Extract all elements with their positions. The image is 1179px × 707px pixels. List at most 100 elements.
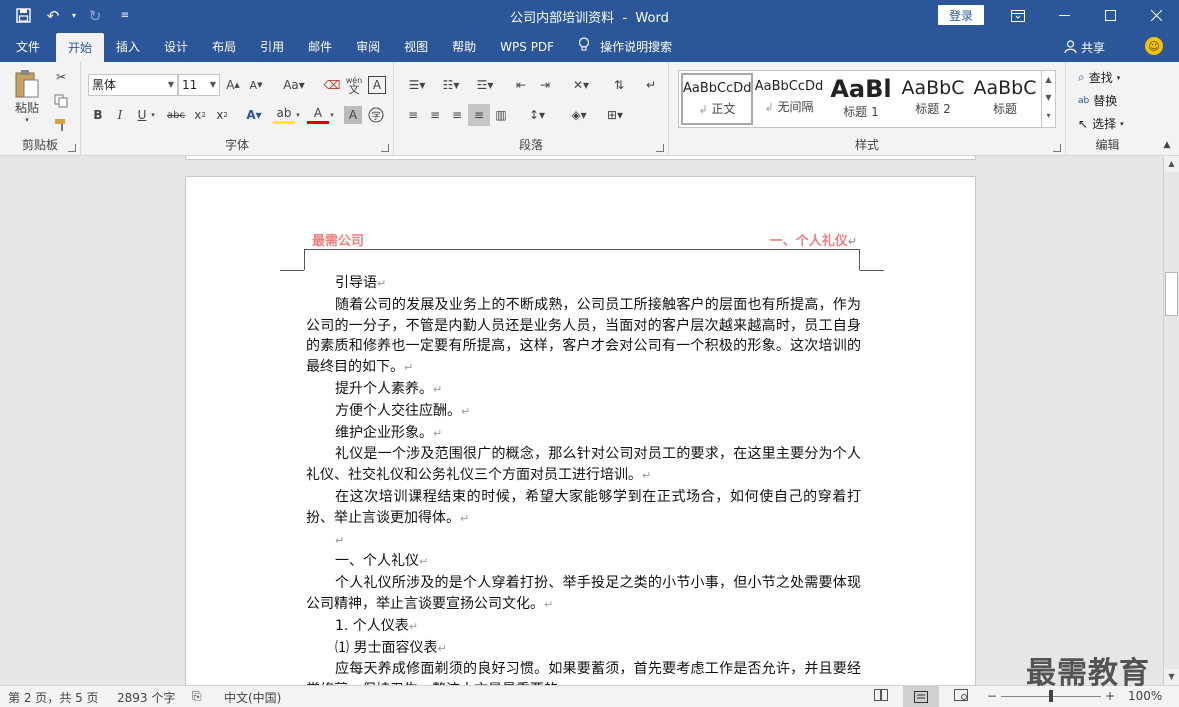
scrollbar-thumb[interactable] xyxy=(1165,272,1178,316)
maximize-icon[interactable] xyxy=(1087,0,1133,31)
proofing-icon[interactable]: ⎘ xyxy=(192,689,202,704)
sort-icon[interactable]: ⇅ xyxy=(608,74,630,96)
close-icon[interactable] xyxy=(1133,0,1179,31)
decrease-indent-icon[interactable]: ⇤ xyxy=(510,74,532,96)
format-painter-icon[interactable] xyxy=(50,114,72,136)
align-right-icon[interactable]: ≡ xyxy=(446,104,468,126)
paste-button[interactable]: 粘贴 ▾ xyxy=(10,68,44,124)
tab-wps-pdf[interactable]: WPS PDF xyxy=(488,31,566,62)
subscript-icon[interactable]: x2 xyxy=(189,104,211,126)
multilevel-list-icon[interactable]: ☲▾ xyxy=(470,74,500,96)
increase-indent-icon[interactable]: ⇥ xyxy=(534,74,556,96)
highlight-dropdown-icon[interactable]: ▾ xyxy=(293,104,303,126)
document-body[interactable]: 引导语↵ 随着公司的发展及业务上的不断成熟，公司员工所接触客户的层面也有所提高，… xyxy=(306,273,861,685)
tab-view[interactable]: 视图 xyxy=(392,31,440,62)
ribbon-display-options-icon[interactable] xyxy=(995,0,1041,31)
tab-mailings[interactable]: 邮件 xyxy=(296,31,344,62)
highlight-color-icon[interactable]: ab xyxy=(273,104,295,124)
bold-icon[interactable]: B xyxy=(87,104,109,126)
cut-icon[interactable]: ✂ xyxy=(50,66,72,88)
clipboard-launcher-icon[interactable] xyxy=(68,144,76,152)
read-mode-icon[interactable] xyxy=(874,689,888,704)
show-paragraph-marks-icon[interactable]: ↵ xyxy=(640,74,662,96)
customize-qat-icon[interactable]: ≡ xyxy=(110,0,140,31)
phonetic-guide-icon[interactable]: wén 文 xyxy=(343,74,365,96)
document-area[interactable]: 最需公司 一、个人礼仪↵ 引导语↵ 随着公司的发展及业务上的不断成熟，公司员工所… xyxy=(0,156,1163,685)
align-center-icon[interactable]: ≡ xyxy=(424,104,446,126)
tab-references[interactable]: 引用 xyxy=(248,31,296,62)
undo-dropdown-icon[interactable]: ▾ xyxy=(68,0,80,31)
print-layout-icon[interactable] xyxy=(903,686,939,707)
vertical-scrollbar[interactable]: ▲ ▼ xyxy=(1163,156,1179,685)
previous-page-edge xyxy=(185,156,976,160)
superscript-icon[interactable]: x2 xyxy=(211,104,233,126)
minimize-icon[interactable] xyxy=(1041,0,1087,31)
bullets-icon[interactable]: ☰▾ xyxy=(402,74,432,96)
window-controls xyxy=(995,0,1179,31)
shading-icon[interactable]: ◈▾ xyxy=(564,104,594,126)
tab-help[interactable]: 帮助 xyxy=(440,31,488,62)
header-border xyxy=(304,249,860,270)
paragraph-launcher-icon[interactable] xyxy=(656,144,664,152)
share-button[interactable]: 共享 xyxy=(1064,39,1105,56)
chevron-down-icon[interactable]: ▼ xyxy=(1042,89,1055,107)
replace-button[interactable]: ab 替换 xyxy=(1078,92,1117,109)
font-size-combo[interactable]: 11 ▼ xyxy=(178,74,220,96)
select-button[interactable]: ↖ 选择 ▾ xyxy=(1078,115,1124,132)
justify-icon[interactable]: ≡ xyxy=(468,104,490,126)
language-indicator[interactable]: 中文(中国) xyxy=(224,689,281,706)
collapse-ribbon-icon[interactable]: ▲ xyxy=(1156,134,1178,156)
document-page[interactable]: 最需公司 一、个人礼仪↵ 引导语↵ 随着公司的发展及业务上的不断成熟，公司员工所… xyxy=(185,176,976,685)
login-button[interactable]: 登录 xyxy=(938,5,984,25)
copy-icon[interactable] xyxy=(50,90,72,112)
font-color-icon[interactable]: A xyxy=(307,104,329,124)
font-launcher-icon[interactable] xyxy=(381,144,389,152)
change-case-icon[interactable]: Aa▾ xyxy=(279,74,309,96)
undo-icon[interactable]: ↶ xyxy=(38,0,68,31)
underline-dropdown-icon[interactable]: ▾ xyxy=(148,104,158,126)
more-styles-icon[interactable]: ▾ xyxy=(1042,107,1055,125)
tell-me-search[interactable]: 操作说明搜索 xyxy=(566,31,684,62)
character-shading-icon[interactable]: A xyxy=(344,106,362,124)
find-button[interactable]: ⌕ 查找 ▾ xyxy=(1078,69,1120,86)
strikethrough-icon[interactable]: abc xyxy=(165,104,187,126)
style-no-spacing[interactable]: AaBbCcDd ↲ 无间隔 xyxy=(753,73,825,125)
borders-icon[interactable]: ⊞▾ xyxy=(600,104,630,126)
character-border-icon[interactable]: A xyxy=(368,76,386,94)
numbering-icon[interactable]: ☷▾ xyxy=(436,74,466,96)
zoom-out-button[interactable]: − xyxy=(987,689,997,703)
style-normal[interactable]: AaBbCcDd ↲ 正文 xyxy=(681,73,753,125)
feedback-smiley-icon[interactable]: ☺ xyxy=(1145,37,1163,55)
style-heading-2[interactable]: AaBbC 标题 2 xyxy=(897,73,969,125)
style-heading-1[interactable]: AaBl 标题 1 xyxy=(825,73,897,125)
tab-home[interactable]: 开始 xyxy=(56,33,105,62)
font-color-dropdown-icon[interactable]: ▾ xyxy=(327,104,337,126)
style-title[interactable]: AaBbC 标题 xyxy=(969,73,1041,125)
web-layout-icon[interactable] xyxy=(954,689,968,704)
clear-formatting-icon[interactable]: ⌫ xyxy=(321,74,343,96)
tab-insert[interactable]: 插入 xyxy=(104,31,152,62)
word-count[interactable]: 2893 个字 xyxy=(117,689,175,706)
italic-icon[interactable]: I xyxy=(109,104,131,126)
redo-icon[interactable]: ↻ xyxy=(80,0,110,31)
tab-file[interactable]: 文件 xyxy=(0,31,56,62)
line-spacing-icon[interactable]: ↕▾ xyxy=(522,104,552,126)
font-name-combo[interactable]: 黑体 ▼ xyxy=(88,74,178,96)
page-count[interactable]: 第 2 页，共 5 页 xyxy=(8,689,99,706)
chevron-up-icon[interactable]: ▲ xyxy=(1042,71,1055,89)
scroll-down-icon[interactable]: ▼ xyxy=(1164,669,1179,685)
text-effects-icon[interactable]: A▾ xyxy=(243,104,265,126)
chinese-layout-icon[interactable]: ✕▾ xyxy=(566,74,596,96)
grow-font-icon[interactable]: A ▲ xyxy=(222,74,244,96)
distributed-icon[interactable]: ▥ xyxy=(490,104,512,126)
tab-review[interactable]: 审阅 xyxy=(344,31,392,62)
tab-layout[interactable]: 布局 xyxy=(200,31,248,62)
save-icon[interactable] xyxy=(8,0,38,31)
tab-design[interactable]: 设计 xyxy=(152,31,200,62)
scroll-up-icon[interactable]: ▲ xyxy=(1164,156,1179,172)
align-left-icon[interactable]: ≡ xyxy=(402,104,424,126)
styles-launcher-icon[interactable] xyxy=(1053,144,1061,152)
styles-scroll[interactable]: ▲ ▼ ▾ xyxy=(1041,71,1055,127)
shrink-font-icon[interactable]: A ▼ xyxy=(245,74,267,96)
enclose-characters-icon[interactable]: 字 xyxy=(365,104,387,126)
